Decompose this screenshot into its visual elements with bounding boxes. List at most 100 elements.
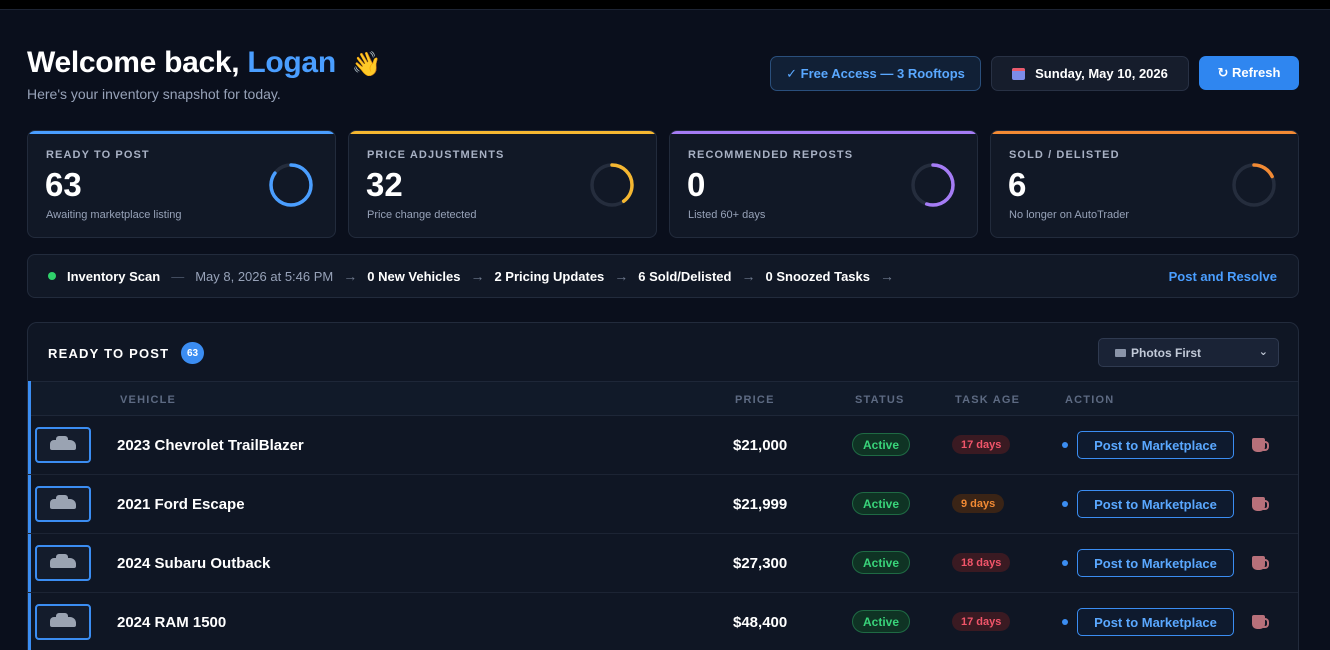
progress-ring	[590, 163, 634, 207]
snooze-coffee-icon[interactable]	[1252, 556, 1269, 570]
car-icon	[50, 554, 76, 568]
table-row[interactable]: 2021 Ford Escape $21,999 Active 9 days P…	[28, 475, 1298, 534]
status-badge: Active	[852, 551, 911, 574]
stat-description: Price change detected	[367, 209, 477, 221]
unread-dot-icon	[1062, 501, 1068, 507]
card-accent-bar	[28, 131, 335, 134]
user-name: Logan	[247, 46, 336, 79]
card-accent-bar	[670, 131, 977, 134]
arrow-right-icon: →	[343, 268, 358, 284]
arrow-right-icon: →	[880, 268, 894, 284]
vehicle-price: $48,400	[733, 614, 788, 631]
free-access-badge[interactable]: ✓ Free Access — 3 Rooftops	[770, 56, 981, 91]
scan-new-vehicles: 0 New Vehicles	[367, 268, 461, 284]
task-age-badge: 9 days	[952, 494, 1005, 513]
post-and-resolve-link[interactable]: Post and Resolve	[1169, 269, 1277, 284]
unread-dot-icon	[1062, 442, 1068, 448]
progress-ring	[1232, 163, 1276, 207]
status-badge: Active	[852, 433, 911, 456]
table-row[interactable]: 2023 Chevrolet TrailBlazer $21,000 Activ…	[28, 416, 1298, 475]
vehicle-price: $27,300	[733, 555, 788, 572]
stat-card-ready-to-post[interactable]: READY TO POST 63 Awaiting marketplace li…	[27, 130, 336, 238]
inventory-scan-bar: Inventory Scan — May 8, 2026 at 5:46 PM …	[27, 254, 1299, 298]
task-age-badge: 17 days	[952, 435, 1011, 454]
scan-snoozed-tasks: 0 Snoozed Tasks	[765, 268, 870, 284]
table-row[interactable]: 2024 Subaru Outback $27,300 Active 18 da…	[28, 534, 1298, 593]
arrow-right-icon: →	[741, 268, 756, 284]
date-label: Sunday, May 10, 2026	[1035, 66, 1168, 81]
vehicle-name[interactable]: 2023 Chevrolet TrailBlazer	[117, 437, 304, 454]
vehicle-thumbnail[interactable]	[35, 545, 91, 581]
unread-dot-icon	[1062, 619, 1068, 625]
status-dot-icon	[48, 272, 56, 280]
calendar-icon	[1012, 67, 1026, 80]
snooze-coffee-icon[interactable]	[1252, 615, 1269, 629]
separator: —	[171, 268, 185, 284]
column-header-vehicle[interactable]: VEHICLE	[120, 394, 176, 406]
scan-timestamp: May 8, 2026 at 5:46 PM	[195, 268, 334, 284]
stat-label: PRICE ADJUSTMENTS	[367, 149, 505, 161]
camera-icon	[1115, 348, 1126, 357]
table-header: VEHICLE PRICE STATUS TASK AGE ACTION	[28, 381, 1298, 416]
stat-card-price-adjustments[interactable]: PRICE ADJUSTMENTS 32 Price change detect…	[348, 130, 657, 238]
count-badge: 63	[181, 342, 204, 364]
stat-value: 63	[45, 166, 82, 203]
page-subtitle: Here's your inventory snapshot for today…	[27, 86, 281, 102]
car-icon	[50, 436, 76, 450]
stat-card-recommended-reposts[interactable]: RECOMMENDED REPOSTS 0 Listed 60+ days	[669, 130, 978, 238]
stat-description: Listed 60+ days	[688, 209, 766, 221]
vehicle-price: $21,999	[733, 496, 788, 513]
panel-title: READY TO POST	[48, 346, 170, 361]
vehicle-thumbnail[interactable]	[35, 427, 91, 463]
greeting-text: Welcome back,	[27, 46, 240, 79]
page-title: Welcome back, Logan 👋	[27, 46, 382, 80]
task-age-badge: 17 days	[952, 612, 1011, 631]
column-header-action: ACTION	[1065, 394, 1115, 406]
stat-value: 32	[366, 166, 403, 203]
stat-description: Awaiting marketplace listing	[46, 209, 182, 221]
chevron-down-icon: ⌄	[1258, 346, 1268, 358]
refresh-button[interactable]: ↻ Refresh	[1199, 56, 1299, 90]
stat-card-sold-delisted[interactable]: SOLD / DELISTED 6 No longer on AutoTrade…	[990, 130, 1299, 238]
post-to-marketplace-button[interactable]: Post to Marketplace	[1077, 490, 1234, 518]
arrow-right-icon: →	[614, 268, 629, 284]
vehicle-thumbnail[interactable]	[35, 604, 91, 640]
card-accent-bar	[349, 131, 656, 134]
progress-ring	[911, 163, 955, 207]
wave-icon: 👋	[351, 51, 382, 78]
stat-value: 0	[687, 166, 706, 203]
post-to-marketplace-button[interactable]: Post to Marketplace	[1077, 608, 1234, 636]
top-bar	[0, 0, 1330, 10]
car-icon	[50, 613, 76, 627]
task-age-badge: 18 days	[952, 553, 1011, 572]
stat-description: No longer on AutoTrader	[1009, 209, 1130, 221]
stat-value: 6	[1008, 166, 1027, 203]
vehicle-name[interactable]: 2021 Ford Escape	[117, 496, 245, 513]
table-row[interactable]: 2024 RAM 1500 $48,400 Active 17 days Pos…	[28, 593, 1298, 650]
column-header-task-age[interactable]: TASK AGE	[955, 394, 1020, 406]
post-to-marketplace-button[interactable]: Post to Marketplace	[1077, 549, 1234, 577]
vehicle-name[interactable]: 2024 Subaru Outback	[117, 555, 270, 572]
scan-title: Inventory Scan	[67, 268, 161, 284]
date-display: Sunday, May 10, 2026	[991, 56, 1189, 91]
car-icon	[50, 495, 76, 509]
progress-ring	[269, 163, 313, 207]
sort-selected-value: Photos First	[1131, 345, 1202, 360]
status-badge: Active	[852, 492, 911, 515]
stat-label: RECOMMENDED REPOSTS	[688, 149, 854, 161]
stat-label: READY TO POST	[46, 149, 150, 161]
snooze-coffee-icon[interactable]	[1252, 438, 1269, 452]
post-to-marketplace-button[interactable]: Post to Marketplace	[1077, 431, 1234, 459]
stat-label: SOLD / DELISTED	[1009, 149, 1120, 161]
snooze-coffee-icon[interactable]	[1252, 497, 1269, 511]
scan-pricing-updates: 2 Pricing Updates	[494, 268, 605, 284]
column-header-price[interactable]: PRICE	[735, 394, 775, 406]
vehicle-thumbnail[interactable]	[35, 486, 91, 522]
column-header-status[interactable]: STATUS	[855, 394, 905, 406]
status-badge: Active	[852, 610, 911, 633]
ready-to-post-panel: READY TO POST 63 Photos First ⌄ VEHICLE …	[27, 322, 1299, 650]
sort-select[interactable]: Photos First ⌄	[1098, 338, 1279, 367]
vehicle-price: $21,000	[733, 437, 788, 454]
scan-sold-delisted: 6 Sold/Delisted	[638, 268, 732, 284]
vehicle-name[interactable]: 2024 RAM 1500	[117, 614, 226, 631]
